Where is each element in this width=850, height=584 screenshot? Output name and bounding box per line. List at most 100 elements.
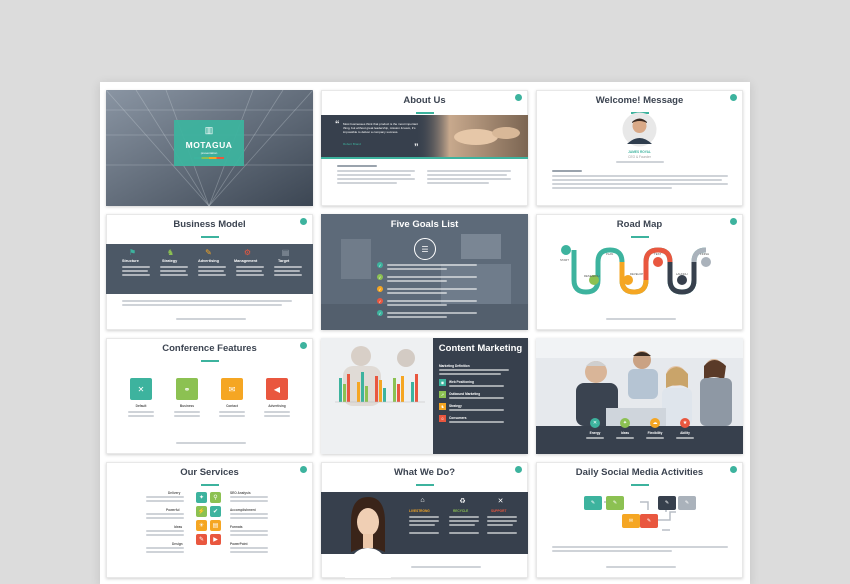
service-left-label: Delivery [168, 491, 181, 495]
cover-brand: MOTAGUA [185, 140, 233, 150]
service-icon: ▤ [210, 520, 221, 531]
energy-icon: ✕ [590, 418, 600, 428]
service-right-label: Formats [230, 525, 243, 529]
cover-tagline: presentation [200, 151, 218, 155]
goal-check-icon: ✓ [377, 298, 383, 304]
structure-icon: ⚑ [128, 248, 137, 257]
roadmap-stop: PLAN [606, 252, 614, 256]
social-step-6: ✎ [678, 496, 696, 510]
marketing-panel [433, 338, 528, 454]
service-icon: ⚲ [210, 492, 221, 503]
title-underline [416, 484, 434, 486]
title-underline [631, 484, 649, 486]
marketing-item: Web Positioning [449, 380, 474, 384]
social-step-1: ✎ [584, 496, 602, 510]
advertising-icon: ✎ [205, 248, 212, 257]
flexibility-icon: ☁ [650, 418, 660, 428]
slide-title: Road Map [616, 219, 663, 230]
slide-road-map[interactable]: Road Map START RESEARCH PLAN DEVELOP TES… [536, 214, 743, 330]
social-step-3: ✉ [622, 514, 640, 528]
service-icon: ✔ [210, 506, 221, 517]
team-feature-label: Ideas [620, 431, 630, 435]
feature-label: Contact [226, 404, 238, 408]
list-icon: ☰ [414, 238, 436, 260]
slide-what-we-do[interactable]: What We Do? ⌂ ♻ ✕ LIVESTRONG RECYCLE SUP… [321, 462, 528, 578]
goal-check-icon: ✓ [377, 310, 383, 316]
slide-title: Our Services [180, 467, 239, 478]
cover-color-bar [194, 157, 224, 159]
feature-label: Advertising [268, 404, 286, 408]
about-quote-author: Robert Brand [343, 142, 361, 146]
person-name: JAMES ROYAL [628, 150, 651, 154]
tools-icon: ✕ [130, 378, 152, 400]
slide-title: Welcome! Message [595, 95, 684, 106]
service-icon: ✦ [196, 492, 207, 503]
whatwedo-col-label: SUPPORT [491, 509, 507, 513]
tools-icon: ✕ [497, 497, 504, 505]
roadmap-stop: TEST [654, 252, 662, 256]
slide-title: Content Marketing [438, 343, 523, 354]
service-right-label: SEO Analysis [230, 491, 251, 495]
slide-title: Five Goals List [390, 219, 459, 230]
title-underline [631, 236, 649, 238]
ability-icon: ★ [680, 418, 690, 428]
feature-label: Default [135, 404, 147, 408]
title-underline [201, 236, 219, 238]
slide-social-media[interactable]: Daily Social Media Activities ✎ ✎ ✉ ✎ ✎ … [536, 462, 743, 578]
slide-business-model[interactable]: Business Model ⚑ ♞ ✎ ⚙ ▤ Structure Strat… [106, 214, 313, 330]
social-step-2: ✎ [606, 496, 624, 510]
title-underline [201, 360, 219, 362]
title-underline [416, 112, 434, 114]
slide-conference-features[interactable]: Conference Features ✕ ⚭ ✉ ◀ Default Busi… [106, 338, 313, 454]
goal-check-icon: ✓ [377, 286, 383, 292]
marketing-item: Strategy [449, 404, 462, 408]
social-step-4: ✎ [640, 514, 658, 528]
service-left-label: Design [172, 542, 183, 546]
whatwedo-col-label: RECYCLE [453, 509, 469, 513]
slide-title: Daily Social Media Activities [575, 467, 704, 478]
management-icon: ⚙ [243, 248, 252, 257]
slide-five-goals[interactable]: Five Goals List ☰ ✓ ✓ ✓ ✓ ✓ [321, 214, 528, 330]
service-left-label: Ideas [174, 525, 183, 529]
woman-portrait-photo [345, 497, 391, 578]
slide-cover[interactable]: ▥ MOTAGUA presentation [106, 90, 313, 206]
marketing-item: Consumers [449, 416, 467, 420]
goal-check-icon: ✓ [377, 274, 383, 280]
social-step-5: ✎ [658, 496, 676, 510]
whatwedo-col-label: LIVESTRONG [409, 509, 430, 513]
megaphone-icon: ◀ [266, 378, 288, 400]
slide-welcome-message[interactable]: Welcome! Message JAMES ROYAL CEO & Found… [536, 90, 743, 206]
slide-about-us[interactable]: About Us “ Most businesses think that pr… [321, 90, 528, 206]
building-icon: ▥ [204, 125, 214, 135]
team-feature-label: Energy [589, 431, 601, 435]
business-col-label: Strategy [162, 259, 178, 263]
business-col-label: Advertising [198, 259, 219, 263]
feature-label: Business [179, 404, 195, 408]
avatar [622, 112, 657, 147]
slide-our-services[interactable]: Our Services Delivery Powerful Ideas Des… [106, 462, 313, 578]
about-teal-bar [321, 157, 528, 159]
slide-team-features[interactable]: ✕ ✦ ☁ ★ Energy Ideas Flexibility Ability [536, 338, 743, 454]
about-hands-photo [416, 115, 528, 157]
slide-title: Business Model [173, 219, 246, 230]
service-right-label: Accomplishment [230, 508, 256, 512]
team-feature-label: Flexibility [647, 431, 663, 435]
team-feature-label: Ability [680, 431, 690, 435]
strategy-icon: ♞ [439, 403, 446, 410]
business-col-label: Target [278, 259, 290, 263]
service-left-label: Powerful [166, 508, 180, 512]
service-right-label: PowerPoint [230, 542, 248, 546]
strategy-icon: ♞ [166, 248, 175, 257]
about-quote: Most businesses think that product is th… [343, 122, 418, 134]
home-icon: ⌂ [420, 497, 425, 504]
roadmap-stop: FINISH [700, 252, 710, 256]
quote-close-icon: ” [414, 142, 419, 152]
slide-content-marketing[interactable]: Content Marketing Marketing Definition ◉… [321, 338, 528, 454]
roadmap-path [561, 245, 711, 295]
quote-open-icon: “ [335, 119, 340, 129]
marketing-item: Outbound Marketing [449, 392, 481, 396]
service-icon: ☀ [196, 520, 207, 531]
roadmap-stop: RESEARCH [584, 274, 600, 278]
ideas-icon: ✦ [620, 418, 630, 428]
service-icon: ▶ [210, 534, 221, 545]
